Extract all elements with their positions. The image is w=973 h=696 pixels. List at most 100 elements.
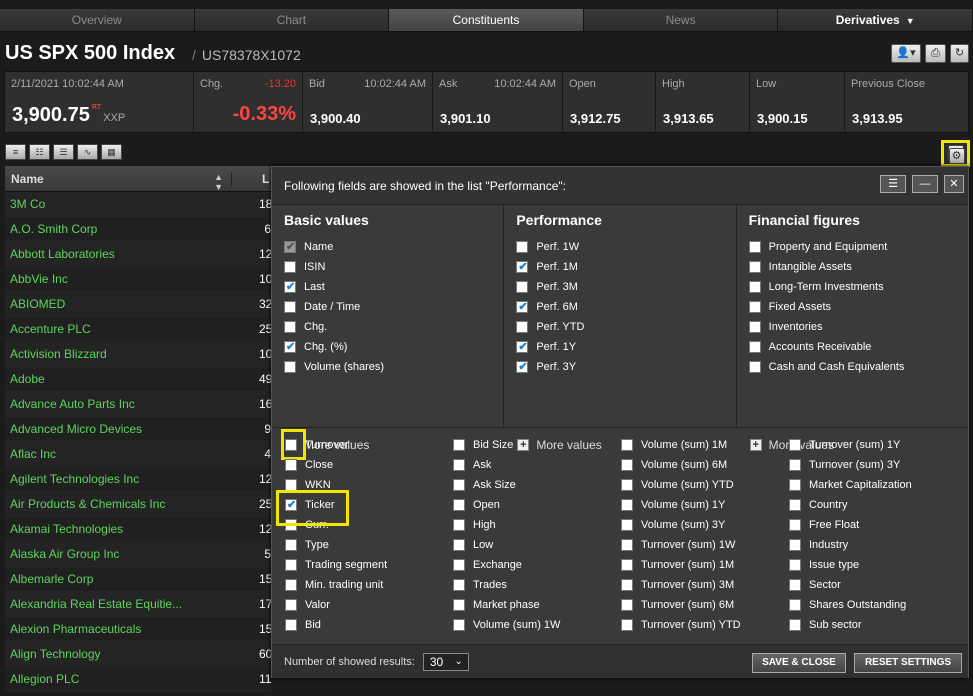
field-checkbox-row[interactable]: Low bbox=[453, 535, 621, 555]
tab-derivatives[interactable]: Derivatives ▼ bbox=[778, 9, 973, 31]
constituent-name[interactable]: Alexion Pharmaceuticals bbox=[5, 622, 259, 636]
checkbox[interactable] bbox=[453, 579, 465, 591]
field-checkbox-row[interactable]: Issue type bbox=[789, 555, 957, 575]
checkbox[interactable] bbox=[621, 459, 633, 471]
constituent-name[interactable]: Activision Blizzard bbox=[5, 347, 259, 361]
checkbox[interactable] bbox=[453, 559, 465, 571]
field-checkbox-row[interactable]: Shares Outstanding bbox=[789, 595, 957, 615]
checkbox[interactable] bbox=[748, 341, 761, 353]
constituent-name[interactable]: Adobe bbox=[5, 372, 259, 386]
table-row[interactable]: Abbott Laboratories 12 bbox=[5, 242, 271, 267]
field-checkbox-row[interactable]: Close bbox=[285, 455, 453, 475]
checkbox[interactable] bbox=[621, 519, 633, 531]
field-checkbox-row[interactable]: Type bbox=[285, 535, 453, 555]
view-detail-button[interactable]: ☰ bbox=[53, 144, 74, 160]
checkbox[interactable] bbox=[284, 321, 296, 333]
table-row[interactable]: Albemarle Corp 15 bbox=[5, 567, 271, 592]
field-checkbox-row[interactable]: Turnover (sum) 6M bbox=[621, 595, 789, 615]
field-checkbox-row[interactable]: ISIN bbox=[284, 257, 503, 277]
checkbox[interactable] bbox=[516, 300, 529, 313]
checkbox[interactable] bbox=[789, 439, 801, 451]
table-row[interactable]: Advanced Micro Devices 9 bbox=[5, 417, 271, 442]
checkbox[interactable] bbox=[621, 619, 633, 631]
results-count-select[interactable]: 30 ⌄ bbox=[422, 652, 469, 671]
checkbox[interactable] bbox=[516, 321, 529, 333]
checkbox[interactable] bbox=[453, 439, 465, 451]
table-row[interactable]: Alexion Pharmaceuticals 15 bbox=[5, 617, 271, 642]
table-row[interactable]: Accenture PLC 25 bbox=[5, 317, 271, 342]
table-row[interactable]: Activision Blizzard 10 bbox=[5, 342, 271, 367]
constituent-name[interactable]: AbbVie Inc bbox=[5, 272, 259, 286]
field-checkbox-row[interactable]: Market phase bbox=[453, 595, 621, 615]
layout-line-button[interactable]: — bbox=[912, 175, 938, 193]
constituent-name[interactable]: Alaska Air Group Inc bbox=[5, 547, 259, 561]
checkbox[interactable] bbox=[284, 240, 296, 253]
checkbox[interactable] bbox=[621, 479, 633, 491]
checkbox[interactable] bbox=[285, 459, 297, 471]
constituent-name[interactable]: Align Technology bbox=[5, 647, 259, 661]
field-checkbox-row[interactable]: Bid Size bbox=[453, 435, 621, 455]
table-row[interactable]: Aflac Inc 4 bbox=[5, 442, 271, 467]
checkbox[interactable] bbox=[748, 321, 761, 333]
constituent-name[interactable]: Albemarle Corp bbox=[5, 572, 259, 586]
checkbox[interactable] bbox=[748, 281, 761, 293]
table-row[interactable]: Akamai Technologies 12 bbox=[5, 517, 271, 542]
checkbox[interactable] bbox=[789, 499, 801, 511]
field-checkbox-row[interactable]: Date / Time bbox=[284, 297, 503, 317]
field-checkbox-row[interactable]: Volume (sum) 1Y bbox=[621, 495, 789, 515]
constituent-name[interactable]: A.O. Smith Corp bbox=[5, 222, 259, 236]
constituent-name[interactable]: Advanced Micro Devices bbox=[5, 422, 259, 436]
checkbox[interactable] bbox=[284, 361, 296, 373]
table-row[interactable]: 3M Co 18 bbox=[5, 192, 271, 217]
table-row[interactable]: A.O. Smith Corp 6 bbox=[5, 217, 271, 242]
checkbox[interactable] bbox=[453, 519, 465, 531]
reset-settings-button[interactable]: RESET SETTINGS bbox=[854, 653, 962, 673]
checkbox[interactable] bbox=[284, 261, 296, 273]
field-checkbox-row[interactable]: Industry bbox=[789, 535, 957, 555]
checkbox[interactable] bbox=[285, 539, 297, 551]
checkbox[interactable] bbox=[621, 599, 633, 611]
settings-button[interactable]: ⚙ bbox=[947, 145, 965, 164]
field-checkbox-row[interactable]: Property and Equipment bbox=[748, 237, 968, 257]
tab-constituents[interactable]: Constituents bbox=[389, 9, 584, 31]
field-checkbox-row[interactable]: Volume (shares) bbox=[284, 357, 503, 377]
constituent-name[interactable]: Allegion PLC bbox=[5, 672, 259, 686]
table-row[interactable]: ABIOMED 32 bbox=[5, 292, 271, 317]
table-row[interactable]: Air Products & Chemicals Inc 25 bbox=[5, 492, 271, 517]
checkbox[interactable] bbox=[789, 559, 801, 571]
tab-overview[interactable]: Overview bbox=[0, 9, 195, 31]
field-checkbox-row[interactable]: Volume (sum) 1W bbox=[453, 615, 621, 635]
view-table-button[interactable]: ☷ bbox=[29, 144, 50, 160]
checkbox[interactable] bbox=[789, 539, 801, 551]
field-checkbox-row[interactable]: Volume (sum) 6M bbox=[621, 455, 789, 475]
field-checkbox-row[interactable]: Min. trading unit bbox=[285, 575, 453, 595]
checkbox[interactable] bbox=[453, 599, 465, 611]
table-row[interactable]: Adobe 49 bbox=[5, 367, 271, 392]
constituent-name[interactable]: Agilent Technologies Inc bbox=[5, 472, 259, 486]
column-header-name[interactable]: Name ▲ ▼ bbox=[5, 172, 231, 192]
constituent-name[interactable]: Accenture PLC bbox=[5, 322, 259, 336]
field-checkbox-row[interactable]: Turnover (sum) 1Y bbox=[789, 435, 957, 455]
column-header-last[interactable]: L bbox=[231, 171, 271, 186]
checkbox[interactable] bbox=[285, 579, 297, 591]
field-checkbox-row[interactable]: Turnover (sum) 1M bbox=[621, 555, 789, 575]
checkbox[interactable] bbox=[285, 439, 297, 451]
field-checkbox-row[interactable]: Market Capitalization bbox=[789, 475, 957, 495]
checkbox[interactable] bbox=[516, 340, 529, 353]
constituent-name[interactable]: ABIOMED bbox=[5, 297, 259, 311]
checkbox[interactable] bbox=[516, 281, 529, 293]
refresh-button[interactable]: ↻ bbox=[950, 44, 969, 63]
tab-chart[interactable]: Chart bbox=[194, 9, 390, 31]
checkbox[interactable] bbox=[789, 479, 801, 491]
tab-news[interactable]: News bbox=[583, 9, 779, 31]
field-checkbox-row[interactable]: Country bbox=[789, 495, 957, 515]
field-checkbox-row[interactable]: Inventories bbox=[748, 317, 968, 337]
field-checkbox-row[interactable]: Sub sector bbox=[789, 615, 957, 635]
checkbox[interactable] bbox=[285, 559, 297, 571]
checkbox[interactable] bbox=[621, 579, 633, 591]
field-checkbox-row[interactable]: Long-Term Investments bbox=[748, 277, 968, 297]
field-checkbox-row[interactable]: Chg. bbox=[284, 317, 503, 337]
checkbox[interactable] bbox=[789, 459, 801, 471]
field-checkbox-row[interactable]: Last bbox=[284, 277, 503, 297]
field-checkbox-row[interactable]: Name bbox=[284, 237, 503, 257]
